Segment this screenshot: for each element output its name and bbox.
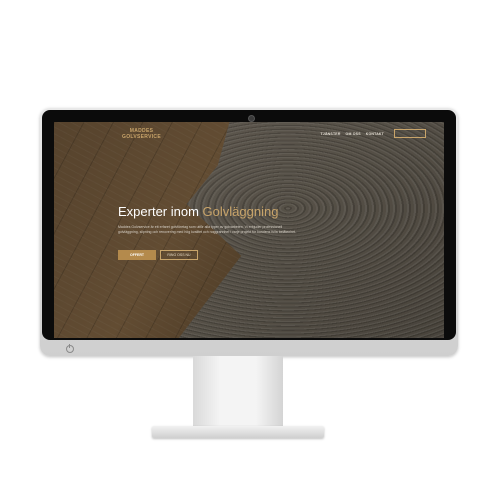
- site-logo[interactable]: MADDES GOLVSERVICE: [122, 128, 161, 140]
- hero-title: Experter inom Golvläggning: [118, 204, 278, 219]
- website-screen: MADDES GOLVSERVICE TJÄNSTER OM OSS KONTA…: [54, 122, 444, 338]
- call-button[interactable]: RING OSS NU: [160, 250, 198, 260]
- monitor-bezel: MADDES GOLVSERVICE TJÄNSTER OM OSS KONTA…: [42, 110, 456, 340]
- nav-cta-button[interactable]: [394, 129, 426, 138]
- monitor-stand-base: [152, 426, 324, 438]
- power-icon[interactable]: [66, 344, 74, 353]
- offert-button[interactable]: OFFERT: [118, 250, 156, 260]
- hero-description: Maddes Golvservice är ett erfaret golvfö…: [118, 225, 297, 234]
- logo-line-2: GOLVSERVICE: [122, 134, 161, 140]
- monitor: MADDES GOLVSERVICE TJÄNSTER OM OSS KONTA…: [40, 108, 458, 356]
- hero-title-accent: Golvläggning: [202, 204, 279, 219]
- nav-item-om-oss[interactable]: OM OSS: [346, 132, 361, 136]
- camera-icon: [248, 115, 255, 122]
- hero-title-plain: Experter inom: [118, 204, 203, 219]
- nav-item-kontakt[interactable]: KONTAKT: [366, 132, 384, 136]
- main-nav: TJÄNSTER OM OSS KONTAKT: [320, 132, 384, 136]
- nav-item-tjanster[interactable]: TJÄNSTER: [320, 132, 340, 136]
- monitor-stand-neck: [193, 356, 283, 428]
